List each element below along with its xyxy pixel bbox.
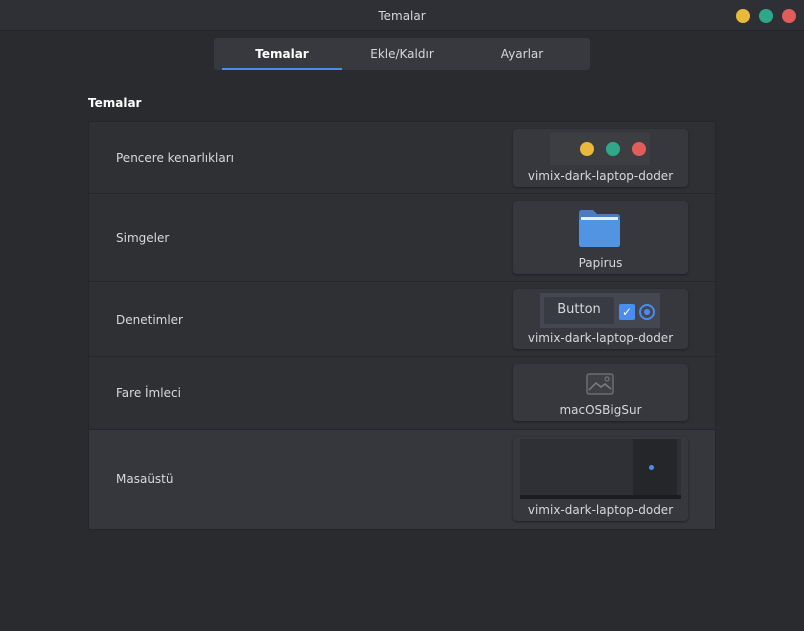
row-desktop: Masaüstü vimix-dark-laptop-doder (89, 430, 715, 529)
row-cursor: Fare İmleci macOSBigSur (89, 357, 715, 430)
tab-temalar[interactable]: Temalar (222, 38, 342, 70)
theme-list: Pencere kenarlıkları vimix-dark-laptop-d… (88, 121, 716, 530)
image-placeholder-icon (586, 373, 614, 395)
panel-preview (520, 495, 681, 499)
yellow-dot-icon (580, 142, 594, 156)
controls-theme-button[interactable]: Button ✓ vimix-dark-laptop-doder (513, 289, 688, 349)
folder-icon (579, 210, 620, 247)
maximize-button[interactable] (759, 9, 773, 23)
tab-bar: Temalar Ekle/Kaldır Ayarlar (214, 38, 590, 70)
row-label: Simgeler (116, 231, 170, 245)
icons-theme-button[interactable]: Papirus (513, 201, 688, 274)
row-window-borders: Pencere kenarlıkları vimix-dark-laptop-d… (89, 122, 715, 194)
theme-name: macOSBigSur (559, 403, 642, 417)
row-controls: Denetimler Button ✓ vimix-dark-laptop-do… (89, 282, 715, 357)
row-label: Pencere kenarlıkları (116, 151, 235, 165)
window-title: Temalar (378, 9, 426, 23)
window-buttons-preview (550, 133, 650, 165)
red-dot-icon (631, 142, 646, 156)
row-label: Denetimler (116, 313, 183, 327)
row-icons: Simgeler Papirus (89, 194, 715, 282)
row-label: Fare İmleci (116, 386, 181, 400)
calendar-preview (633, 439, 677, 497)
theme-name: vimix-dark-laptop-doder (527, 169, 674, 183)
green-dot-icon (605, 142, 620, 156)
radio-selected-icon (639, 304, 655, 320)
theme-name: Papirus (578, 256, 623, 270)
preview-button: Button (544, 297, 614, 324)
controls-preview: Button ✓ (540, 293, 660, 328)
title-bar: Temalar (0, 0, 804, 31)
tab-ayarlar[interactable]: Ayarlar (462, 38, 582, 70)
theme-name: vimix-dark-laptop-doder (527, 331, 674, 345)
close-button[interactable] (782, 9, 796, 23)
row-label: Masaüstü (116, 472, 174, 486)
desktop-preview (520, 439, 681, 499)
minimize-button[interactable] (736, 9, 750, 23)
desktop-theme-button[interactable]: vimix-dark-laptop-doder (513, 437, 688, 521)
checkbox-checked-icon: ✓ (619, 304, 635, 320)
theme-name: vimix-dark-laptop-doder (527, 503, 674, 517)
window-borders-theme-button[interactable]: vimix-dark-laptop-doder (513, 129, 688, 187)
cursor-theme-button[interactable]: macOSBigSur (513, 364, 688, 421)
tab-ekle-kaldir[interactable]: Ekle/Kaldır (342, 38, 462, 70)
section-heading: Temalar (88, 96, 142, 110)
